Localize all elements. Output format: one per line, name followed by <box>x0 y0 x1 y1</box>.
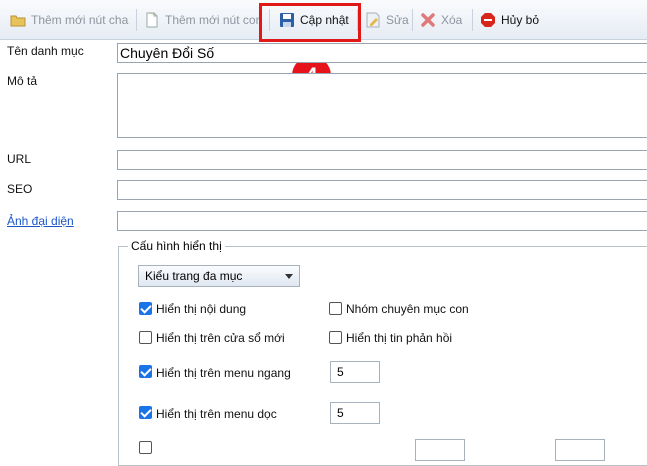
page-type-selected: Kiểu trang đa mục <box>145 269 243 283</box>
next-option-checkbox[interactable] <box>139 441 152 454</box>
new-window-label: Hiển thị trên cửa sổ mới <box>156 331 285 345</box>
delete-x-icon <box>420 12 436 28</box>
new-page-icon <box>144 12 160 28</box>
child-group-label: Nhóm chuyên mục con <box>346 302 469 316</box>
page-type-select[interactable]: Kiểu trang đa mục <box>138 265 300 287</box>
add-child-button[interactable]: Thêm mới nút con <box>144 10 262 30</box>
next-option-input-2[interactable] <box>555 439 605 461</box>
show-feedback-checkbox[interactable] <box>329 331 342 344</box>
edit-document-icon <box>365 12 381 28</box>
delete-label: Xóa <box>441 13 463 27</box>
toolbar-separator <box>472 9 473 31</box>
add-parent-button[interactable]: Thêm mới nút cha <box>10 10 128 30</box>
update-button-highlight <box>259 3 361 42</box>
description-label: Mô tả <box>7 74 38 88</box>
description-textarea[interactable] <box>117 73 647 138</box>
display-config-legend: Cấu hình hiển thị <box>128 239 225 253</box>
chevron-down-icon <box>285 274 293 279</box>
show-feedback-label: Hiển thị tin phản hồi <box>346 331 453 345</box>
edit-label: Sửa <box>386 13 409 27</box>
stop-sign-icon <box>480 12 496 28</box>
toolbar-separator <box>412 9 413 31</box>
delete-button[interactable]: Xóa <box>420 10 462 30</box>
image-input[interactable] <box>117 211 647 231</box>
vertical-menu-checkbox[interactable] <box>139 406 152 419</box>
vertical-menu-order-input[interactable]: 5 <box>330 402 380 424</box>
show-content-checkbox[interactable] <box>139 302 152 315</box>
category-name-input[interactable] <box>117 43 647 63</box>
toolbar-separator <box>136 9 137 31</box>
child-group-checkbox[interactable] <box>329 302 342 315</box>
cancel-button[interactable]: Hủy bỏ <box>480 10 539 30</box>
horizontal-menu-label: Hiển thị trên menu ngang <box>156 366 291 380</box>
seo-input[interactable] <box>117 180 647 200</box>
horizontal-menu-checkbox[interactable] <box>139 365 152 378</box>
cancel-label: Hủy bỏ <box>501 13 540 27</box>
url-label: URL <box>7 152 32 166</box>
next-option-input-1[interactable] <box>415 439 465 461</box>
horizontal-menu-order-input[interactable]: 5 <box>330 361 380 383</box>
vertical-menu-label: Hiển thị trên menu dọc <box>156 407 277 421</box>
add-parent-label: Thêm mới nút cha <box>31 13 129 27</box>
url-input[interactable] <box>117 150 647 170</box>
new-window-checkbox[interactable] <box>139 331 152 344</box>
show-content-label: Hiển thị nội dung <box>156 302 247 316</box>
edit-button[interactable]: Sửa <box>365 10 409 30</box>
category-name-label: Tên danh mục <box>7 44 84 58</box>
add-child-label: Thêm mới nút con <box>165 13 263 27</box>
image-link[interactable]: Ảnh đại diện <box>7 214 74 228</box>
seo-label: SEO <box>7 182 33 196</box>
folder-icon <box>10 12 26 28</box>
